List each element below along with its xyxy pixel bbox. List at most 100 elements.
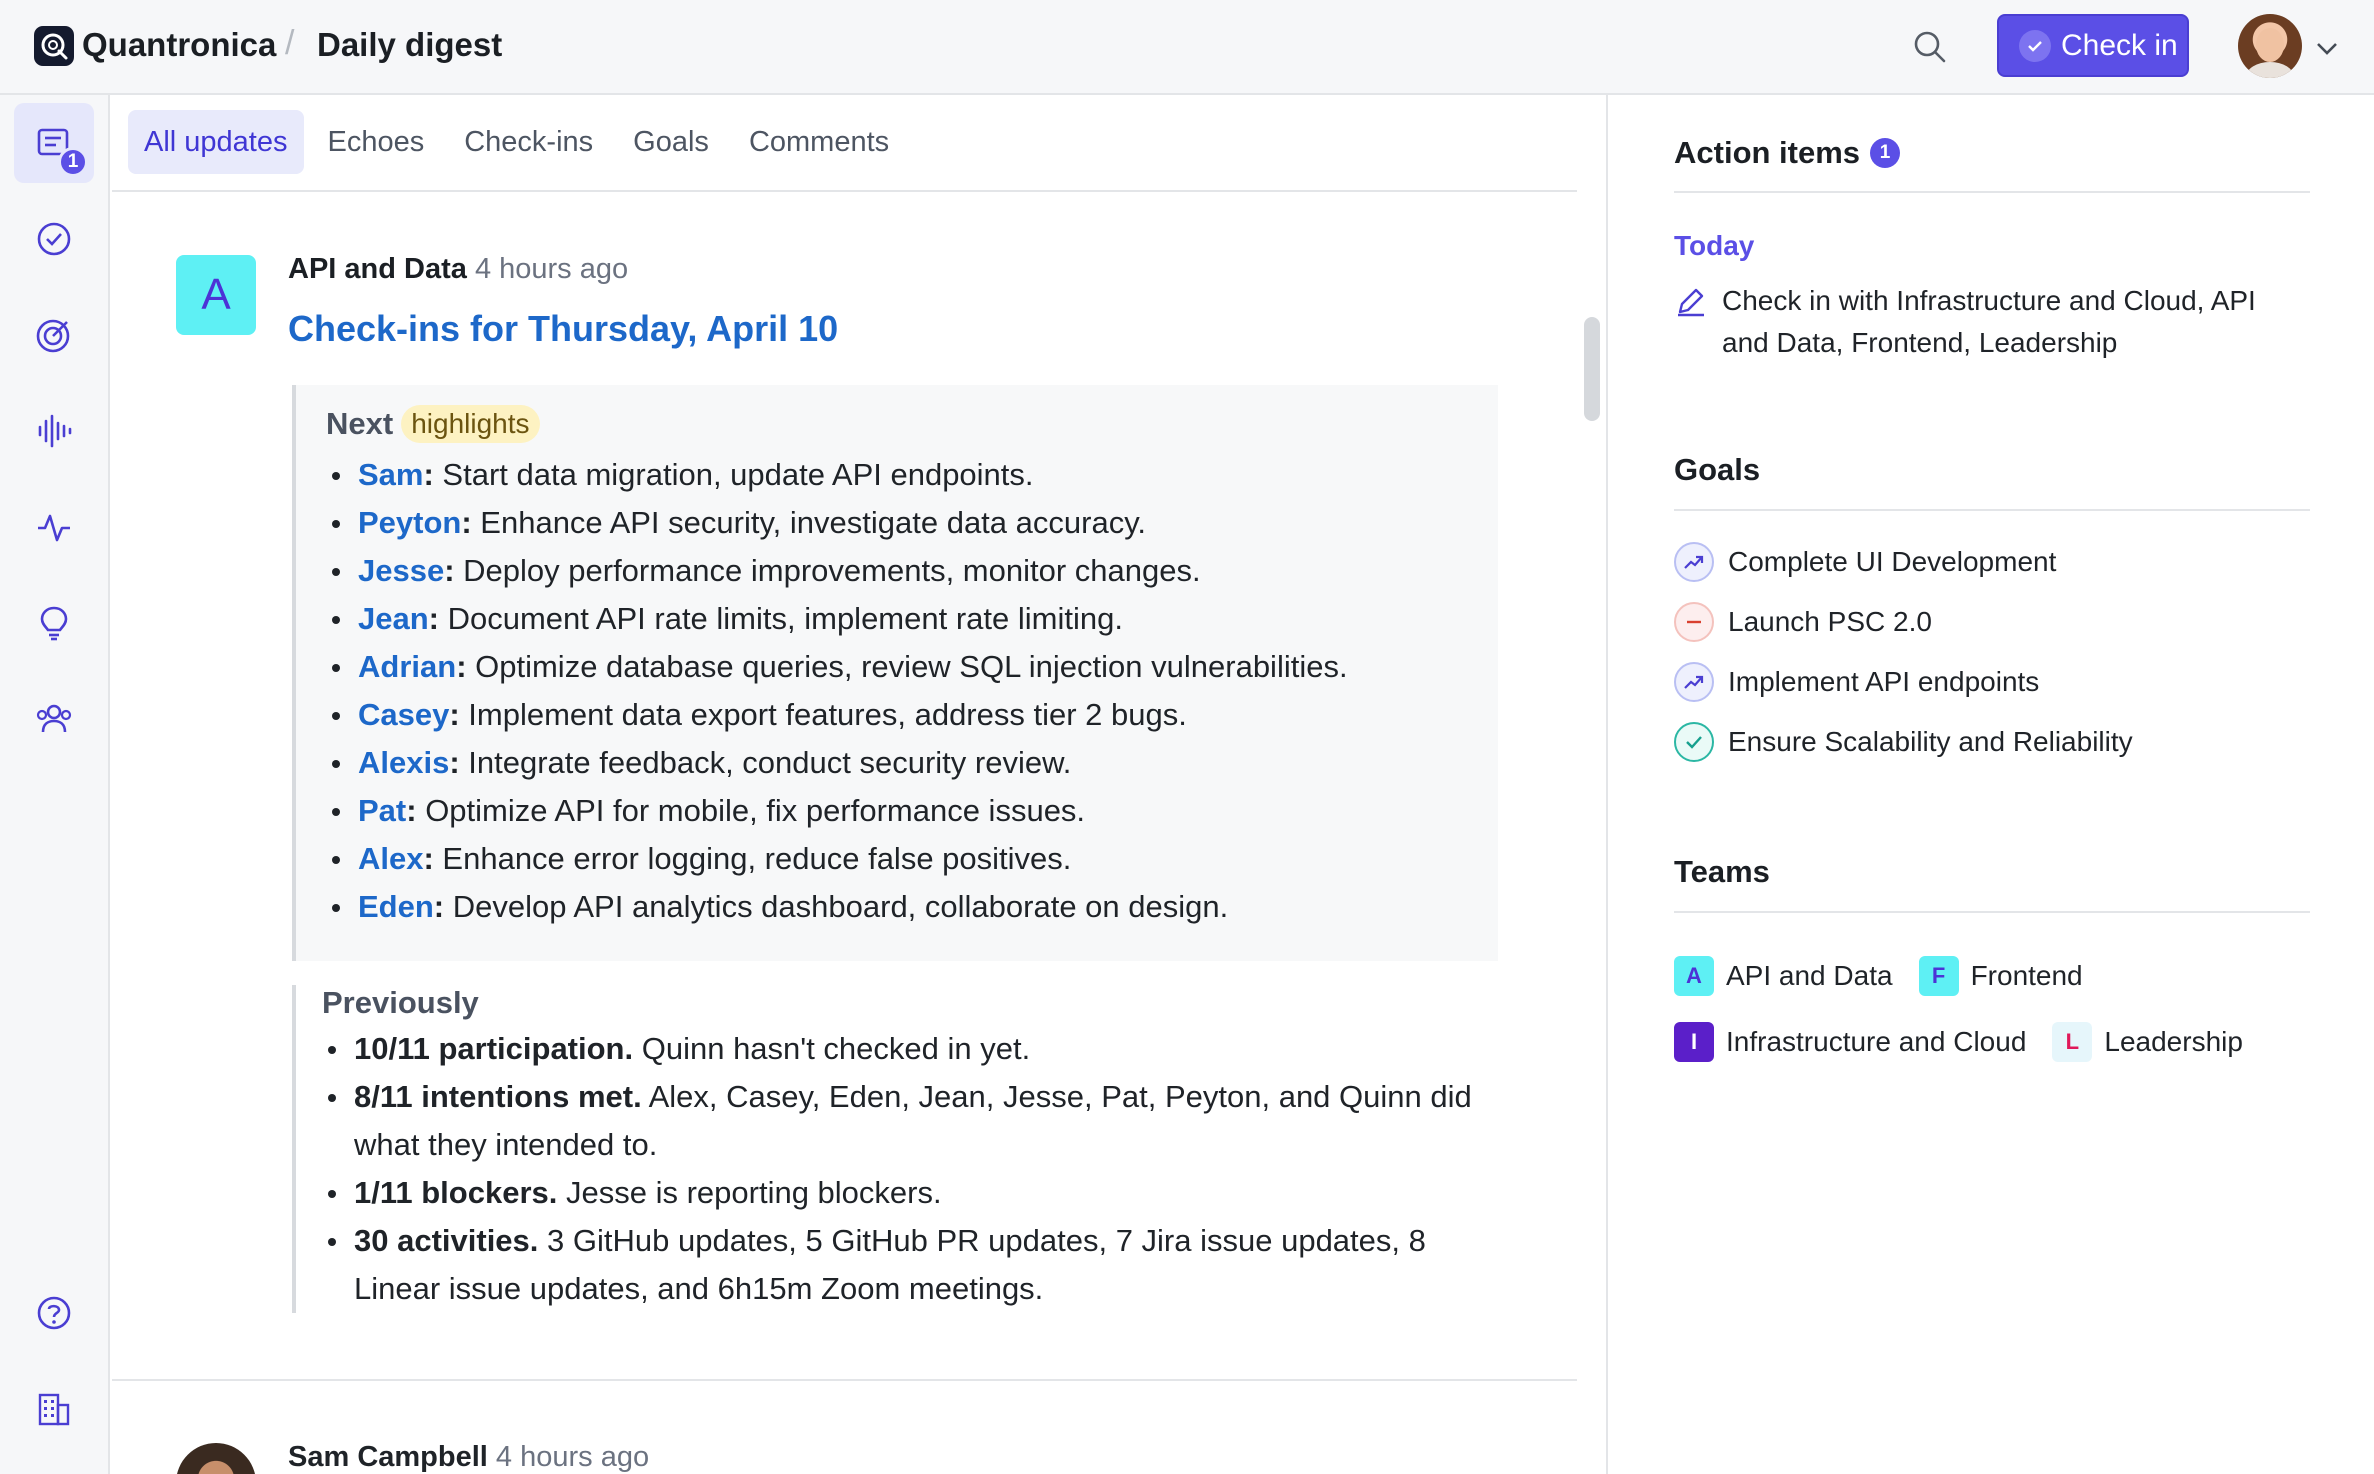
post-author: API and Data 4 hours ago — [288, 253, 628, 286]
check-in-button[interactable]: Check in — [1997, 14, 2189, 77]
post-timestamp: 4 hours ago — [495, 1441, 650, 1473]
post-timestamp: 4 hours ago — [474, 253, 629, 285]
quantronica-logo-icon[interactable] — [34, 26, 74, 66]
rail-item-activity[interactable] — [14, 487, 94, 567]
main-feed: All updates Echoes Check-ins Goals Comme… — [112, 95, 1606, 1474]
goal-item[interactable]: Ensure Scalability and Reliability — [1674, 722, 2133, 762]
rail-item-help[interactable] — [14, 1273, 94, 1353]
person-link[interactable]: Jean — [358, 601, 429, 636]
list-item: 30 activities. 3 GitHub updates, 5 GitHu… — [322, 1217, 1498, 1313]
rail-item-check-ins[interactable] — [14, 199, 94, 279]
section-divider — [1674, 509, 2310, 511]
list-item: Casey: Implement data export features, a… — [326, 691, 1498, 739]
team-chip-api-and-data[interactable]: A API and Data — [1674, 956, 1893, 996]
page-title: Daily digest — [317, 26, 503, 63]
team-chip-infrastructure-and-cloud[interactable]: I Infrastructure and Cloud — [1674, 1022, 2026, 1062]
list-item: Pat: Optimize API for mobile, fix perfor… — [326, 787, 1498, 835]
search-button[interactable] — [1908, 25, 1952, 69]
rail-item-organization[interactable] — [14, 1369, 94, 1449]
rail-item-digest[interactable]: 1 — [14, 103, 94, 183]
section-divider — [1674, 911, 2310, 913]
person-link[interactable]: Alexis — [358, 745, 449, 780]
action-item-text: Check in with Infrastructure and Cloud, … — [1722, 285, 2256, 358]
next-section: Next highlights Sam: Start data migratio… — [292, 385, 1498, 961]
rail-item-echoes[interactable] — [14, 391, 94, 471]
avatar[interactable] — [176, 1443, 256, 1474]
list-item: 10/11 participation. Quinn hasn't checke… — [322, 1025, 1498, 1073]
top-bar: Quantronica / Daily digest Check in — [0, 0, 2374, 95]
section-divider — [1674, 191, 2310, 193]
today-label: Today — [1674, 230, 1755, 261]
help-icon — [37, 1296, 71, 1330]
digest-count-badge: 1 — [58, 147, 88, 177]
goal-item[interactable]: Launch PSC 2.0 — [1674, 602, 1932, 642]
post-author-name[interactable]: Sam Campbell — [288, 1441, 488, 1473]
scrollbar-thumb[interactable] — [1584, 317, 1600, 421]
previously-heading: Previously — [322, 985, 479, 1020]
teams-heading: Teams — [1674, 854, 1770, 889]
team-avatar[interactable]: A — [176, 255, 256, 335]
post-author: Sam Campbell 4 hours ago — [288, 1441, 649, 1474]
tab-all-updates[interactable]: All updates — [128, 110, 304, 174]
tab-goals[interactable]: Goals — [617, 110, 725, 174]
person-link[interactable]: Jesse — [358, 553, 444, 588]
post-title[interactable]: Check-ins for Thursday, April 10 — [288, 308, 838, 350]
rail-item-goals[interactable] — [14, 295, 94, 375]
person-link[interactable]: Casey — [358, 697, 449, 732]
team-chip-leadership[interactable]: L Leadership — [2052, 1022, 2243, 1062]
list-item: Jean: Document API rate limits, implemen… — [326, 595, 1498, 643]
goal-item[interactable]: Complete UI Development — [1674, 542, 2056, 582]
person-link[interactable]: Pat — [358, 793, 406, 828]
action-items-heading: Action items 1 — [1674, 135, 1901, 171]
target-icon — [36, 319, 70, 353]
rail-item-people[interactable] — [14, 679, 94, 759]
list-item: Sam: Start data migration, update API en… — [326, 451, 1498, 499]
tabs-divider — [112, 190, 1577, 192]
person-link[interactable]: Sam — [358, 457, 423, 492]
goal-item[interactable]: Implement API endpoints — [1674, 662, 2039, 702]
search-icon — [1914, 31, 1946, 63]
tab-check-ins[interactable]: Check-ins — [448, 110, 609, 174]
minus-icon — [1674, 602, 1714, 642]
list-item: Alexis: Integrate feedback, conduct secu… — [326, 739, 1498, 787]
next-label: Next — [326, 406, 394, 441]
team-chip-frontend[interactable]: F Frontend — [1918, 956, 2083, 996]
breadcrumb-separator: / — [285, 24, 295, 62]
highlights-tag: highlights — [401, 405, 540, 443]
list-item: 8/11 intentions met. Alex, Casey, Eden, … — [322, 1073, 1498, 1169]
check-in-label: Check in — [2061, 28, 2178, 62]
post-divider — [112, 1379, 1577, 1381]
people-icon — [36, 704, 72, 733]
next-list: Sam: Start data migration, update API en… — [326, 451, 1498, 931]
building-icon — [38, 1393, 70, 1426]
list-item: Peyton: Enhance API security, investigat… — [326, 499, 1498, 547]
list-item: 1/11 blockers. Jesse is reporting blocke… — [322, 1169, 1498, 1217]
previously-list: 10/11 participation. Quinn hasn't checke… — [322, 1025, 1498, 1313]
next-heading: Next highlights — [326, 405, 1498, 443]
list-item: Eden: Develop API analytics dashboard, c… — [326, 883, 1498, 931]
person-link[interactable]: Adrian — [358, 649, 456, 684]
tab-comments[interactable]: Comments — [733, 110, 905, 174]
lightbulb-icon — [40, 606, 68, 641]
action-item[interactable]: Check in with Infrastructure and Cloud, … — [1674, 280, 2294, 364]
pencil-icon — [1678, 288, 1704, 317]
user-avatar[interactable] — [2238, 14, 2302, 78]
goals-heading: Goals — [1674, 452, 1761, 487]
tab-echoes[interactable]: Echoes — [312, 110, 441, 174]
person-link[interactable]: Alex — [358, 841, 423, 876]
left-rail: 1 — [0, 95, 110, 1474]
activity-icon — [38, 514, 70, 542]
feed-tabs: All updates Echoes Check-ins Goals Comme… — [128, 110, 913, 174]
right-panel: Action items 1 Today Check in with Infra… — [1606, 95, 2374, 1474]
rail-item-ideas[interactable] — [14, 583, 94, 663]
teams-list: A API and Data F Frontend I Infrastructu… — [1674, 943, 2314, 1075]
check-circle-icon — [37, 222, 71, 256]
brand-name[interactable]: Quantronica — [82, 26, 276, 64]
check-circle-icon — [2019, 29, 2051, 62]
post-team-name[interactable]: API and Data — [288, 253, 467, 285]
list-item: Alex: Enhance error logging, reduce fals… — [326, 835, 1498, 883]
previously-section: Previously 10/11 participation. Quinn ha… — [292, 985, 1498, 1313]
person-link[interactable]: Peyton — [358, 505, 461, 540]
chevron-down-icon[interactable] — [2312, 33, 2342, 63]
person-link[interactable]: Eden — [358, 889, 434, 924]
